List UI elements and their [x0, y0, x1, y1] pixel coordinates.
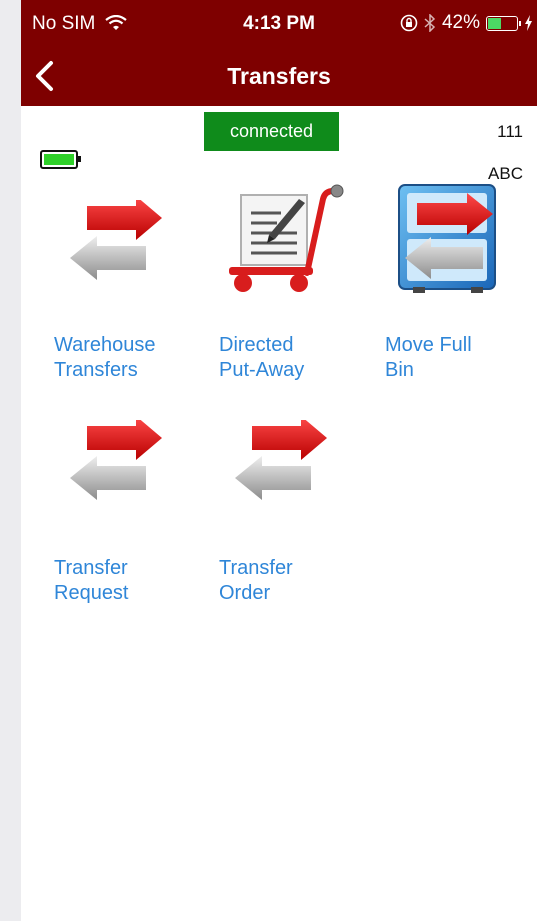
tile-label: Warehouse Transfers	[54, 334, 156, 381]
charging-bolt-icon	[525, 15, 532, 31]
app-screen: No SIM 4:13 PM 42% Transfers connected 1…	[21, 0, 537, 921]
device-id: 111	[497, 122, 523, 141]
connection-status-badge: connected	[204, 112, 339, 151]
bin-transfer-icon	[398, 184, 496, 293]
transfer-arrows-icon	[70, 200, 162, 280]
tile-label: Move Full Bin	[385, 334, 472, 381]
navigation-bar: Transfers	[21, 50, 537, 106]
tile-label: Transfer Order	[219, 557, 293, 604]
transfer-arrows-icon	[70, 420, 162, 500]
status-right-group: 42%	[400, 12, 533, 34]
tile-label: Transfer Request	[54, 557, 129, 604]
header-bar: No SIM 4:13 PM 42% Transfers	[21, 0, 537, 106]
status-bar: No SIM 4:13 PM 42%	[21, 0, 537, 50]
orientation-lock-icon	[400, 14, 418, 32]
bluetooth-icon	[424, 14, 436, 32]
cart-clipboard-icon	[229, 184, 344, 292]
page-title: Transfers	[227, 63, 331, 89]
battery-percent: 42%	[441, 12, 480, 33]
transfer-arrows-icon	[235, 420, 327, 500]
device-battery-icon	[40, 150, 81, 169]
device-code: ABC	[488, 164, 523, 183]
tile-label: Directed Put-Away	[219, 334, 305, 381]
battery-icon	[486, 15, 521, 31]
